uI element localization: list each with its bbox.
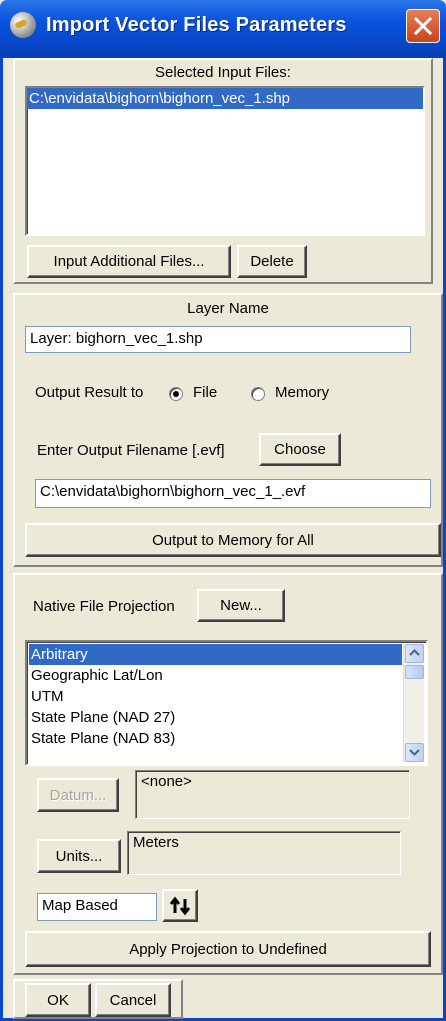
units-button[interactable]: Units... [37, 839, 121, 873]
datum-value: <none> [135, 770, 410, 819]
apply-projection-button[interactable]: Apply Projection to Undefined [25, 931, 431, 967]
projection-panel: Native File Projection New... Arbitrary … [13, 573, 443, 975]
output-filename-field[interactable]: C:\envidata\bighorn\bighorn_vec_1_.evf [35, 479, 431, 508]
native-projection-label: Native File Projection [33, 598, 175, 615]
output-result-label: Output Result to [35, 384, 144, 401]
swap-arrows-icon [169, 896, 191, 915]
close-button[interactable] [406, 9, 440, 43]
footer-panel: OK Cancel [13, 979, 183, 1019]
title-bar[interactable]: Import Vector Files Parameters [0, 0, 446, 58]
projection-item-geographic[interactable]: Geographic Lat/Lon [29, 665, 402, 686]
close-icon [413, 16, 433, 36]
toggle-map-based-button[interactable] [162, 889, 198, 922]
projection-item-stateplane-83[interactable]: State Plane (NAD 83) [29, 728, 402, 749]
layer-name-field[interactable]: Layer: bighorn_vec_1.shp [25, 326, 411, 353]
layer-name-heading: Layer Name [187, 300, 269, 317]
new-projection-button[interactable]: New... [197, 589, 285, 622]
output-panel: Layer Name Layer: bighorn_vec_1.shp Outp… [13, 293, 443, 567]
input-additional-files-button[interactable]: Input Additional Files... [27, 245, 231, 278]
map-based-field: Map Based [37, 893, 157, 921]
chevron-up-icon [409, 649, 420, 656]
output-memory-label[interactable]: Memory [275, 384, 329, 401]
output-file-label[interactable]: File [193, 384, 217, 401]
projection-list[interactable]: Arbitrary Geographic Lat/Lon UTM State P… [25, 640, 428, 766]
input-file-item[interactable]: C:\envidata\bighorn\bighorn_vec_1.shp [27, 88, 423, 109]
scroll-down-button[interactable] [405, 743, 424, 762]
choose-button[interactable]: Choose [259, 433, 341, 466]
output-file-radio[interactable] [169, 387, 183, 401]
input-files-list[interactable]: C:\envidata\bighorn\bighorn_vec_1.shp [25, 86, 425, 236]
ok-button[interactable]: OK [25, 983, 91, 1017]
delete-button[interactable]: Delete [237, 245, 307, 278]
input-files-heading: Selected Input Files: [155, 64, 291, 81]
output-memory-radio[interactable] [251, 387, 265, 401]
input-files-panel: Selected Input Files: C:\envidata\bighor… [13, 58, 433, 284]
projection-item-stateplane-27[interactable]: State Plane (NAD 27) [29, 707, 402, 728]
scroll-up-button[interactable] [405, 644, 424, 663]
projection-scrollbar[interactable] [403, 644, 424, 762]
chevron-down-icon [409, 749, 420, 756]
projection-item-arbitrary[interactable]: Arbitrary [29, 644, 402, 665]
datum-button[interactable]: Datum... [37, 778, 119, 812]
output-filename-label: Enter Output Filename [.evf] [37, 442, 225, 459]
cancel-button[interactable]: Cancel [95, 983, 171, 1017]
output-to-memory-for-all-button[interactable]: Output to Memory for All [25, 523, 441, 557]
window-title: Import Vector Files Parameters [46, 14, 347, 36]
scroll-thumb[interactable] [405, 665, 424, 679]
units-value: Meters [127, 831, 401, 875]
projection-item-utm[interactable]: UTM [29, 686, 402, 707]
app-globe-icon [10, 12, 36, 38]
